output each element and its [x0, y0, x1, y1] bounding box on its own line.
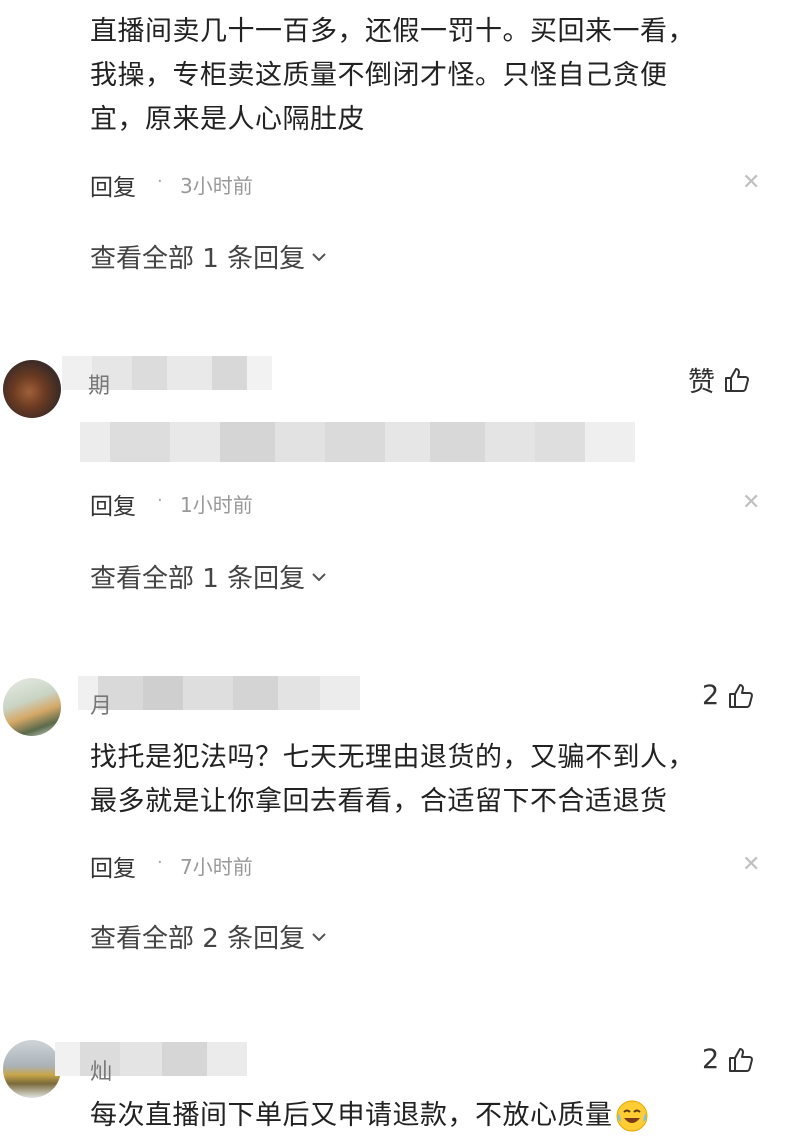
close-icon[interactable]: ✕ — [742, 852, 760, 877]
like-button[interactable]: 2 — [702, 680, 755, 711]
comment-text-line: 我操，专柜卖这质量不倒闭才怪。只怪自己贪便 — [90, 60, 668, 91]
view-all-replies-button[interactable]: 查看全部 2 条回复 — [90, 918, 327, 955]
username-fragment: 月 — [90, 694, 113, 719]
avatar[interactable] — [3, 360, 61, 418]
view-all-replies-button[interactable]: 查看全部 1 条回复 — [90, 558, 327, 595]
comment-text-line: 找托是犯法吗？七天无理由退货的，又骗不到人， — [90, 742, 695, 773]
view-all-replies-button[interactable]: 查看全部 1 条回复 — [90, 238, 327, 275]
separator-dot: · — [157, 171, 163, 192]
chevron-down-icon — [312, 252, 326, 261]
reply-button[interactable]: 回复 — [90, 168, 136, 202]
avatar[interactable] — [3, 678, 61, 736]
separator-dot: · — [157, 852, 163, 873]
comment-timestamp: 1小时前 — [180, 493, 253, 517]
comment-text-blurred — [80, 422, 635, 462]
separator-dot: · — [157, 490, 163, 511]
reply-button[interactable]: 回复 — [90, 487, 136, 521]
username-blurred[interactable] — [78, 676, 360, 710]
comment-text-line: 宜，原来是人心隔肚皮 — [90, 104, 365, 135]
like-button[interactable]: 赞 — [688, 360, 751, 399]
close-icon[interactable]: ✕ — [742, 490, 760, 515]
chevron-down-icon — [312, 932, 326, 941]
reply-button[interactable]: 回复 — [90, 849, 136, 883]
close-icon[interactable]: ✕ — [742, 170, 760, 195]
comment-text: 直播间卖几十一百多，还假一罚十。买回来一看， 我操，专柜卖这质量不倒闭才怪。只怪… — [90, 10, 695, 142]
username-fragment: 灿 — [90, 1060, 113, 1085]
like-count: 2 — [702, 1044, 720, 1075]
like-count: 2 — [702, 680, 720, 711]
comment-text: 找托是犯法吗？七天无理由退货的，又骗不到人， 最多就是让你拿回去看看，合适留下不… — [90, 736, 695, 824]
view-all-replies-label: 查看全部 2 条回复 — [90, 924, 306, 954]
thumbs-up-icon — [725, 367, 749, 392]
thumbs-up-icon — [729, 683, 754, 708]
username-blurred[interactable] — [55, 1042, 247, 1076]
username-fragment: 期 — [88, 374, 111, 399]
comment-timestamp: 3小时前 — [180, 174, 253, 198]
comment-text-line: 每次直播间下单后又申请退款，不放心质量 — [90, 1100, 613, 1131]
comment-text-line: 最多就是让你拿回去看看，合适留下不合适退货 — [90, 786, 668, 817]
chevron-down-icon — [312, 572, 326, 581]
thumbs-up-icon — [729, 1047, 754, 1072]
comment-text: 每次直播间下单后又申请退款，不放心质量 — [90, 1094, 649, 1138]
avatar[interactable] — [3, 1040, 61, 1098]
view-all-replies-label: 查看全部 1 条回复 — [90, 564, 306, 594]
view-all-replies-label: 查看全部 1 条回复 — [90, 244, 306, 274]
comment-text-line: 直播间卖几十一百多，还假一罚十。买回来一看， — [90, 16, 695, 47]
like-label: 赞 — [688, 367, 715, 398]
comment-timestamp: 7小时前 — [180, 855, 253, 879]
crying-laughing-emoji — [616, 1100, 647, 1132]
like-button[interactable]: 2 — [702, 1044, 755, 1075]
